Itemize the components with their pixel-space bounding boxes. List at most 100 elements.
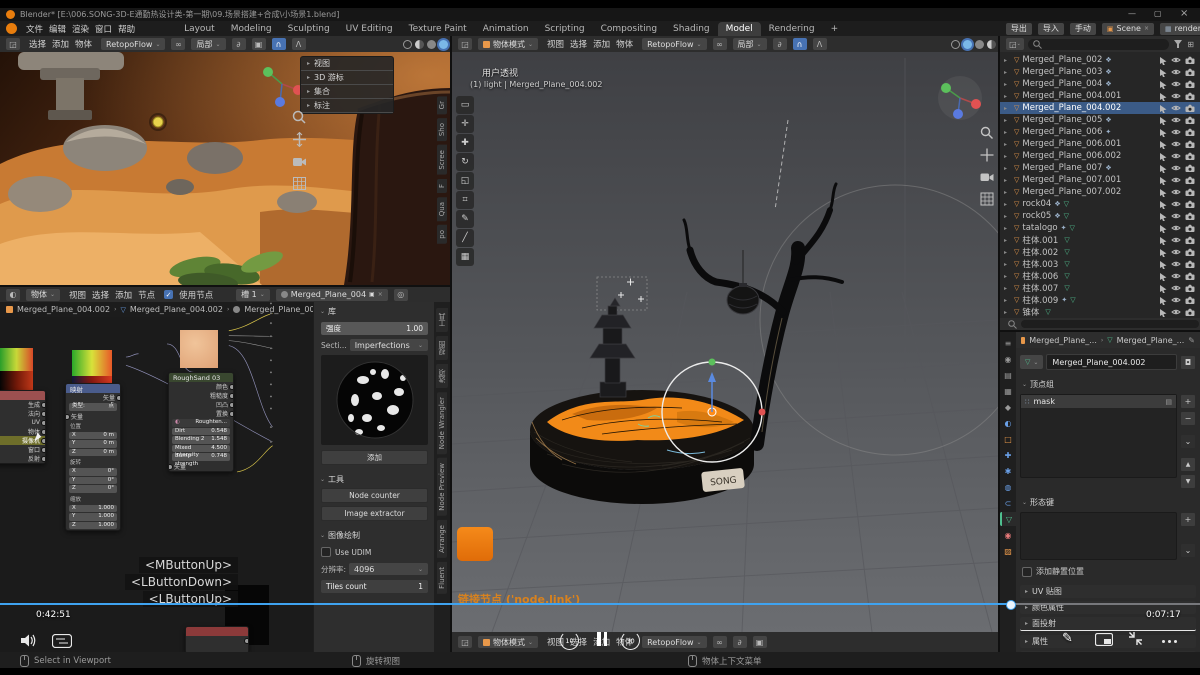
sidebar-tab[interactable]: Sho — [437, 118, 447, 141]
visibility-eye-icon[interactable] — [1171, 92, 1181, 100]
properties-tab[interactable]: ◉ — [1001, 352, 1016, 366]
breadcrumb-modifier[interactable]: Merged_Plane_004.002 — [130, 305, 223, 314]
move-view-icon[interactable] — [292, 132, 307, 147]
sidebar-tab[interactable]: Arrange — [437, 520, 447, 558]
link-select-icon[interactable]: ∞ — [171, 38, 185, 50]
value-field[interactable]: Blending 21.548 — [172, 436, 230, 444]
menu-item[interactable]: 视图 — [544, 38, 567, 50]
tool-button[interactable]: ✛ — [456, 115, 474, 133]
properties-tab[interactable]: ▽ — [1000, 512, 1017, 526]
mapping-node[interactable]: 映射 矢量 类型:点 矢量 位置 X0 mY0 mZ0 m 旋转 X0°Y0°Z… — [65, 383, 121, 531]
visibility-eye-icon[interactable] — [1171, 284, 1181, 292]
visibility-eye-icon[interactable] — [1171, 56, 1181, 64]
shader-type-select[interactable]: 物体⌄ — [26, 289, 60, 301]
expand-icon[interactable]: ▸ — [1004, 249, 1011, 256]
selectable-icon[interactable] — [1159, 128, 1167, 137]
imperfections-select[interactable]: Imperfections⌄ — [350, 339, 428, 351]
properties-tab[interactable]: □ — [1001, 432, 1016, 446]
selectable-icon[interactable] — [1159, 236, 1167, 245]
expand-icon[interactable]: ▸ — [1004, 261, 1011, 268]
display-mode-icon[interactable]: ◲ ⌄ — [1006, 38, 1024, 50]
workspace-tab[interactable]: Modeling — [223, 22, 280, 36]
properties-tab[interactable]: ▤ — [1001, 368, 1016, 382]
properties-tab[interactable]: ✱ — [1001, 464, 1016, 478]
visibility-eye-icon[interactable] — [1171, 308, 1181, 316]
render-camera-icon[interactable] — [1185, 68, 1195, 76]
new-collection-icon[interactable]: ⊞ — [1187, 40, 1194, 49]
render-camera-icon[interactable] — [1185, 272, 1195, 280]
pause-button[interactable] — [597, 632, 607, 646]
breadcrumb-object[interactable]: Merged_Plane_... — [1029, 336, 1097, 345]
properties-tab[interactable]: ▦ — [1001, 384, 1016, 398]
workspace-tab[interactable]: Texture Paint — [401, 22, 475, 36]
value-field[interactable]: Mixed intensity4.500 — [172, 445, 230, 453]
value-field[interactable]: Z0° — [69, 485, 117, 493]
selectable-icon[interactable] — [1159, 104, 1167, 113]
outliner-row[interactable]: ▸ ▽ Merged_Plane_003 ❖ ▽ — [1000, 66, 1200, 78]
outliner-row[interactable]: ▸ ▽ Merged_Plane_007.001 ▽ — [1000, 174, 1200, 186]
sidebar-tab[interactable]: Gr — [437, 96, 447, 114]
render-camera-icon[interactable] — [1185, 152, 1195, 160]
library-panel-header[interactable]: ⌄库 — [314, 306, 435, 317]
properties-tab[interactable]: ≡ — [1001, 336, 1016, 350]
selectable-icon[interactable] — [1159, 68, 1167, 77]
add-vgroup-button[interactable]: + — [1180, 394, 1196, 409]
shading-material-icon[interactable] — [427, 40, 436, 49]
expand-icon[interactable]: ▸ — [1004, 177, 1011, 184]
object-name[interactable]: Merged_Plane_004.002 — [1022, 103, 1121, 113]
visibility-eye-icon[interactable] — [1171, 164, 1181, 172]
material-slot-select[interactable]: 槽 1⌄ — [236, 289, 270, 301]
node-output-row[interactable]: 生成 — [0, 400, 45, 409]
retopoflow-menu[interactable]: RetopoFlow⌄ — [101, 38, 165, 50]
expand-icon[interactable]: ▸ — [1004, 153, 1011, 160]
expand-icon[interactable]: ▸ — [1004, 105, 1011, 112]
tool-button[interactable]: ✚ — [456, 134, 474, 152]
video-progress-knob[interactable] — [1006, 600, 1016, 610]
breadcrumb-data[interactable]: Merged_Plane_... — [1117, 336, 1185, 345]
filter-icon[interactable] — [1173, 39, 1183, 49]
move-down-button[interactable]: ▼ — [1180, 474, 1196, 489]
node-output-row[interactable]: 颜色 — [169, 382, 233, 391]
material-datablock[interactable]: Merged_Plane_004▣× — [276, 289, 388, 301]
shading-wireframe-icon[interactable] — [951, 40, 960, 49]
visibility-eye-icon[interactable] — [1171, 116, 1181, 124]
visibility-eye-icon[interactable] — [1171, 212, 1181, 220]
transform-orientation[interactable]: 局部⌄ — [191, 38, 225, 50]
value-field[interactable]: X0 m — [69, 432, 117, 440]
outliner-row[interactable]: ▸ ▽ Merged_Plane_006.002 ▽ — [1000, 150, 1200, 162]
node-output-row[interactable]: 置换 — [169, 409, 233, 418]
camera-view-icon[interactable] — [980, 170, 994, 184]
retopoflow-menu[interactable]: RetopoFlow⌄ — [642, 636, 706, 648]
render-camera-icon[interactable] — [1185, 188, 1195, 196]
selectable-icon[interactable] — [1159, 296, 1167, 305]
render-camera-icon[interactable] — [1185, 128, 1195, 136]
selectable-icon[interactable] — [1159, 212, 1167, 221]
editor-type-icon[interactable]: ◲ — [6, 38, 20, 50]
resolution-select[interactable]: 4096⌄ — [349, 563, 428, 575]
selectable-icon[interactable] — [1159, 284, 1167, 293]
expand-icon[interactable]: ▸ — [1004, 165, 1011, 172]
editor-type-icon[interactable]: ◲ — [458, 636, 472, 648]
sidebar-section[interactable]: ▸3D 游标 — [301, 71, 393, 85]
render-camera-icon[interactable] — [1185, 164, 1195, 172]
tool-button[interactable]: ⌗ — [456, 191, 474, 209]
object-name[interactable]: 柱体.001 — [1022, 234, 1058, 246]
left-viewport-canvas[interactable]: ▸视图 ▸3D 游标 ▸集合 ▸标注 — [0, 52, 450, 285]
danmaku-icon[interactable] — [52, 634, 72, 648]
workspace-tab[interactable]: Layout — [176, 22, 223, 36]
menu-item[interactable]: 选择 — [26, 38, 49, 50]
tiles-count-field[interactable]: Tiles count1 — [321, 580, 428, 593]
selectable-icon[interactable] — [1159, 164, 1167, 173]
transform-orientation[interactable]: 局部⌄ — [733, 38, 767, 50]
menu-item[interactable]: 渲染 — [69, 23, 92, 35]
view-layer-selector[interactable]: ▦render — [1160, 23, 1200, 35]
more-options-icon[interactable] — [1162, 640, 1177, 643]
object-name[interactable]: 柱体.007 — [1022, 282, 1058, 294]
tool-button[interactable]: ◱ — [456, 172, 474, 190]
snap-target-icon[interactable]: ▣ — [252, 38, 266, 50]
snap-magnet-icon[interactable]: ∩ — [793, 38, 807, 50]
visibility-eye-icon[interactable] — [1171, 188, 1181, 196]
render-camera-icon[interactable] — [1185, 284, 1195, 292]
selectable-icon[interactable] — [1159, 176, 1167, 185]
outliner-row[interactable]: ▸ ▽ Merged_Plane_005 ❖ ▽ — [1000, 114, 1200, 126]
